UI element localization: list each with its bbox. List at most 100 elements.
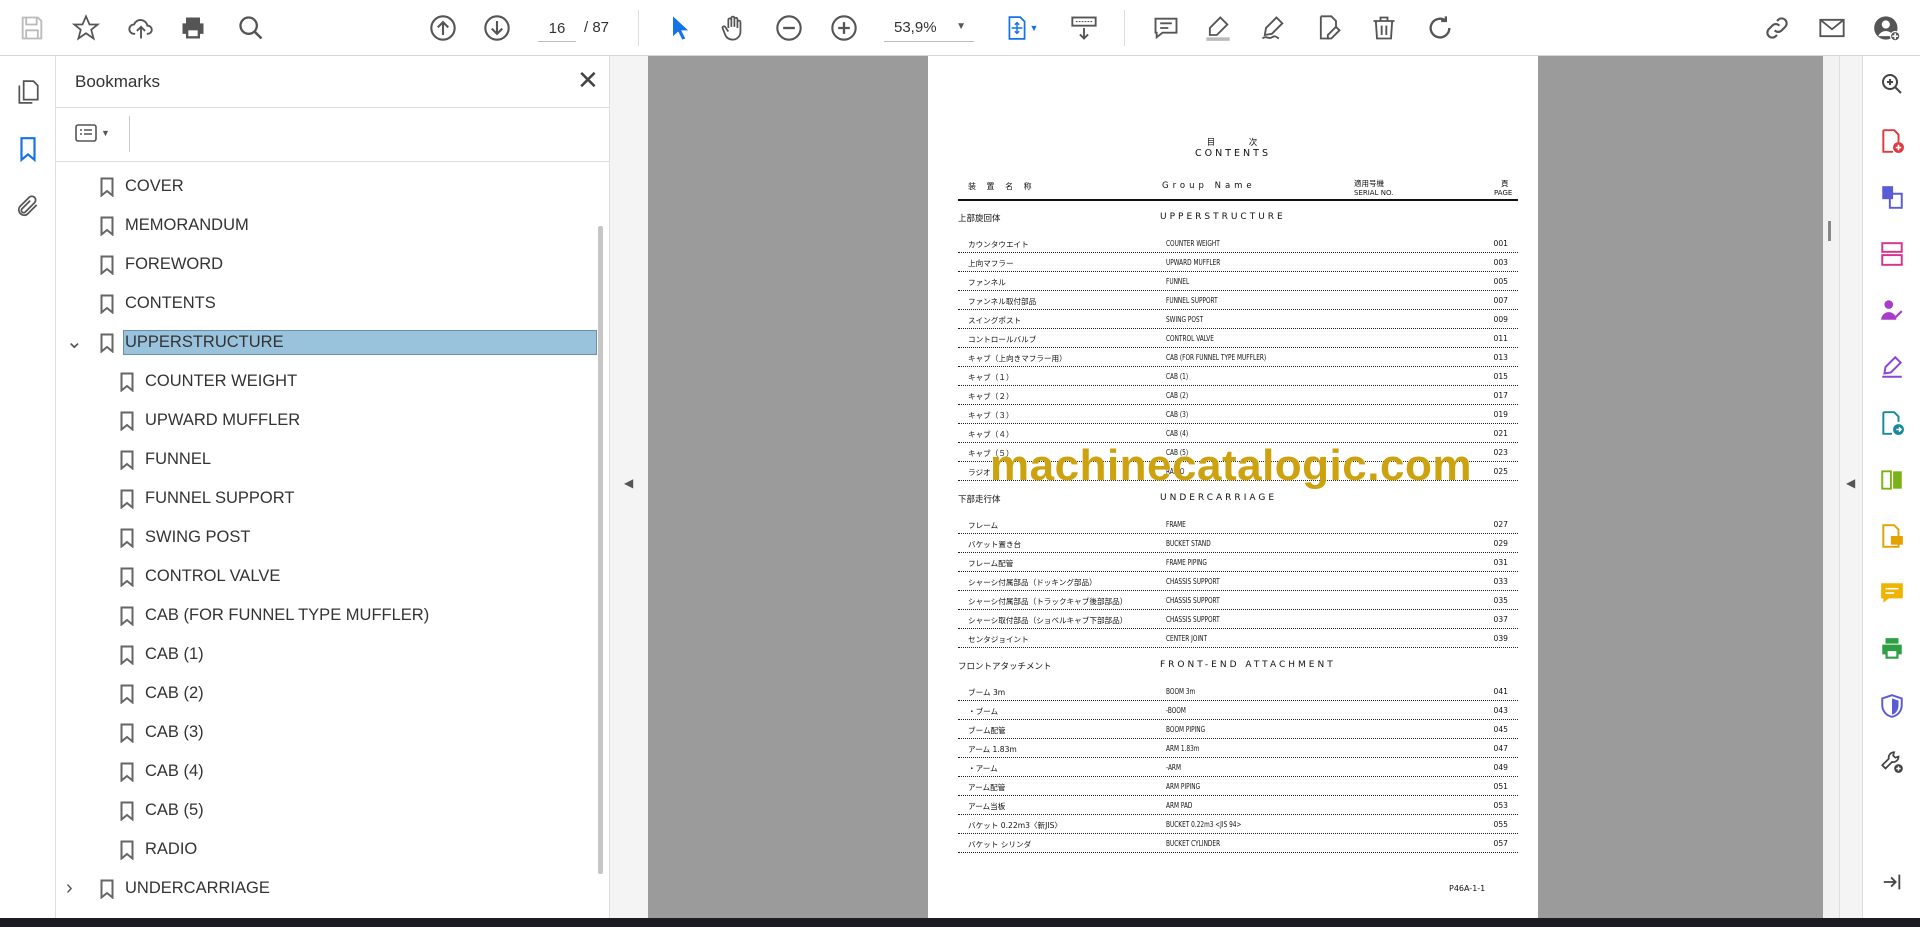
col-header-group: Group Name [1162,181,1256,191]
zoom-tool-icon[interactable] [1876,68,1908,100]
sticky-note-icon[interactable] [1876,577,1908,609]
row-page: 051 [1493,782,1509,791]
bookmark-item[interactable]: CONTROL VALVE [56,557,601,596]
fill-sign-icon[interactable] [1876,351,1908,383]
more-tools-icon[interactable] [1876,746,1908,778]
comment-icon[interactable] [1150,12,1182,44]
bookmark-label: UPPERSTRUCTURE [123,330,597,355]
zoom-out-button[interactable] [773,12,805,44]
row-jp: キャブ（４） [968,430,1014,439]
bookmark-item[interactable]: CAB (5) [56,791,601,830]
bookmark-icon [100,333,114,354]
row-page: 001 [1493,239,1509,248]
highlight-icon[interactable] [1202,12,1234,44]
bookmark-icon [120,567,134,588]
col-header-page-jp: 頁 [1501,179,1509,188]
row-jp: ・アーム [968,764,998,773]
expand-chevron-icon[interactable]: › [66,877,82,900]
cloud-upload-icon[interactable] [125,12,157,44]
fit-page-icon[interactable]: ▼ [998,12,1044,44]
row-page: 009 [1493,315,1509,324]
viewer-scrollbar[interactable] [1823,56,1839,918]
mail-icon[interactable] [1816,12,1848,44]
bookmark-item[interactable]: ⌄ UPPERSTRUCTURE [56,323,601,362]
bookmark-item[interactable]: FOREWORD [56,245,601,284]
page-thumbnails-icon[interactable] [12,76,44,108]
select-cursor-icon[interactable] [664,12,696,44]
share-link-icon[interactable] [1761,12,1793,44]
bookmark-item[interactable]: CAB (4) [56,752,601,791]
close-icon[interactable]: ✕ [577,67,599,93]
delete-icon[interactable] [1368,12,1400,44]
bookmarks-scrollbar[interactable] [598,226,603,874]
star-icon[interactable] [70,12,102,44]
row-group-name: CAB (2) [1166,391,1189,400]
compare-files-icon[interactable] [1876,464,1908,496]
page-number-input[interactable] [538,16,576,42]
collapse-chevron-icon[interactable]: ⌄ [66,329,83,354]
bookmark-item[interactable]: RADIO [56,830,601,869]
previous-page-button[interactable] [427,12,459,44]
hand-tool-icon[interactable] [717,12,749,44]
left-navigation-rail [0,56,56,918]
protect-icon[interactable] [1876,690,1908,722]
chevron-down-icon: ▼ [101,128,110,138]
page-total: / 87 [584,19,610,36]
bookmarks-icon[interactable] [12,133,44,165]
bookmark-item[interactable]: MEMORANDUM [56,206,601,245]
attachments-icon[interactable] [12,190,44,222]
row-jp: シャーシ取付部品（ショベルキャブ下部部品） [968,616,1128,625]
collapse-left-icon[interactable]: ◀ [624,476,633,490]
request-signatures-icon[interactable] [1876,294,1908,326]
bookmark-label: CAB (5) [145,801,204,819]
bookmark-label: CONTENTS [125,294,216,312]
sign-icon[interactable] [1257,12,1289,44]
bookmark-item[interactable]: UPWARD MUFFLER [56,401,601,440]
row-group-name: CONTROL VALVE [1166,334,1214,343]
combine-files-icon[interactable] [1876,181,1908,213]
row-group-name: ARM PAD [1166,801,1193,810]
bookmark-item[interactable]: › UNDERCARRIAGE [56,869,601,908]
read-mode-icon[interactable] [1068,12,1100,44]
bookmark-options-button[interactable]: ▼ [74,118,120,148]
next-page-button[interactable] [481,12,513,44]
bookmark-icon [120,489,134,510]
collapse-tools-icon[interactable] [1876,866,1908,898]
bookmark-item[interactable]: COVER [56,167,601,206]
collapse-right-icon[interactable]: ◀ [1846,476,1855,490]
print-icon[interactable] [177,12,209,44]
bookmark-label: COUNTER WEIGHT [145,372,298,390]
export-pdf-icon[interactable] [1876,407,1908,439]
bookmark-item[interactable]: SWING POST [56,518,601,557]
bookmark-item[interactable]: CAB (FOR FUNNEL TYPE MUFFLER) [56,596,601,635]
right-panel-splitter[interactable]: ◀ [1839,56,1862,918]
bookmark-item[interactable]: FUNNEL SUPPORT [56,479,601,518]
edit-pdf-icon[interactable] [1313,12,1345,44]
bookmark-item[interactable]: COUNTER WEIGHT [56,362,601,401]
bookmark-item[interactable]: CAB (1) [56,635,601,674]
search-icon[interactable] [235,12,267,44]
bookmark-label: UPWARD MUFFLER [145,411,301,429]
zoom-level-select[interactable]: 53,9% ▼ [884,16,974,42]
divider [1124,10,1125,46]
rotate-icon[interactable] [1424,12,1456,44]
row-page: 003 [1493,258,1509,267]
comment-tool-icon[interactable] [1876,520,1908,552]
zoom-in-button[interactable] [828,12,860,44]
print-production-icon[interactable] [1876,633,1908,665]
bookmark-item[interactable]: CAB (2) [56,674,601,713]
create-pdf-icon[interactable] [1876,125,1908,157]
left-panel-splitter[interactable]: ◀ [609,56,648,918]
scrollbar-thumb[interactable] [1828,221,1831,241]
bookmark-label: FUNNEL [145,450,212,468]
divider [56,107,609,108]
organize-pages-icon[interactable] [1876,238,1908,270]
row-page: 033 [1493,577,1509,586]
bookmark-item[interactable]: CAB (3) [56,713,601,752]
add-user-icon[interactable] [1871,12,1903,44]
bookmark-label: RADIO [145,840,198,858]
bookmark-item[interactable]: FUNNEL [56,440,601,479]
row-jp: キャブ（１） [968,373,1014,382]
save-icon[interactable] [16,12,48,44]
bookmark-item[interactable]: CONTENTS [56,284,601,323]
